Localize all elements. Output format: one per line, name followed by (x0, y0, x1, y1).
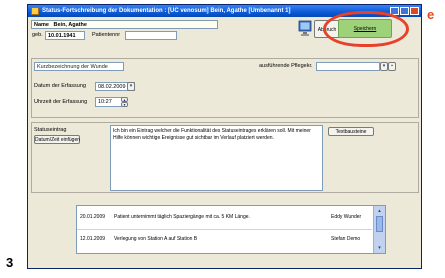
status-textarea[interactable]: Ich bin ein Eintrag welcher die Funktion… (110, 125, 323, 191)
history-table: 20.01.2009 Patient unternimmt täglich Sp… (76, 205, 386, 254)
dob-label: geb. (32, 32, 43, 38)
highlight-ring (323, 11, 409, 47)
pflegekraft-select[interactable] (316, 62, 380, 71)
row-author: Eddy Wunder (331, 214, 362, 220)
history-scrollbar[interactable]: ▴ ▾ (373, 206, 385, 253)
wound-name-input[interactable]: Kurzbezeichnung der Wunde (34, 62, 124, 71)
monitor-icon[interactable] (298, 20, 312, 38)
table-row[interactable]: 12.01.2009 Verlegung von Station A auf S… (77, 230, 372, 249)
patient-name-label: Name (34, 22, 49, 28)
pflegekraft-label: ausführende Pflegekr. (259, 63, 313, 69)
dob-field: 10.01.1941 (45, 31, 85, 40)
insert-datetime-label: Datum/Zeit einfügen (35, 137, 81, 143)
close-icon[interactable] (410, 7, 419, 15)
table-row[interactable]: 20.01.2009 Patient unternimmt täglich Sp… (77, 208, 372, 227)
scroll-thumb[interactable] (376, 216, 383, 232)
window-title: Status-Fortschreibung der Dokumentation … (42, 8, 291, 14)
patient-name-value: Bein, Agathe (53, 22, 87, 28)
textbausteine-label: Textbausteine (335, 129, 367, 135)
maximize-icon[interactable] (400, 7, 409, 15)
row-text: Patient unternimmt täglich Spaziergänge … (114, 214, 250, 220)
scroll-down-icon[interactable]: ▾ (376, 245, 383, 251)
uhrzeit-label: Uhrzeit der Erfassung (34, 99, 88, 105)
annotation-marker-e: e (427, 7, 435, 22)
datum-dropdown-icon[interactable]: ▾ (127, 82, 135, 91)
status-label: Statuseintrag (34, 127, 67, 133)
pflegekraft-clear-icon[interactable]: ▪ (388, 62, 396, 71)
textbausteine-button[interactable]: Textbausteine (328, 127, 374, 136)
scroll-up-icon[interactable]: ▴ (376, 208, 383, 214)
row-date: 20.01.2009 (80, 214, 106, 220)
patient-nr-label: Patientennr (92, 32, 121, 38)
insert-datetime-button[interactable]: Datum/Zeit einfügen (34, 135, 80, 144)
datum-label: Datum der Erfassung (34, 83, 86, 89)
row-text: Verlegung von Station A auf Station B (114, 236, 198, 242)
app-icon (31, 7, 39, 15)
annotation-marker-3: 3 (6, 255, 14, 270)
patient-name-field: Name Bein, Agathe (31, 20, 218, 29)
row-author: Stefan Demo (331, 236, 361, 242)
row-date: 12.01.2009 (80, 236, 106, 242)
patient-nr-field (125, 31, 177, 40)
status-text: Ich bin ein Eintrag welcher die Funktion… (113, 128, 311, 141)
uhrzeit-down-icon[interactable]: ▾ (121, 102, 128, 107)
pflegekraft-dropdown-icon[interactable]: ▾ (380, 62, 388, 71)
